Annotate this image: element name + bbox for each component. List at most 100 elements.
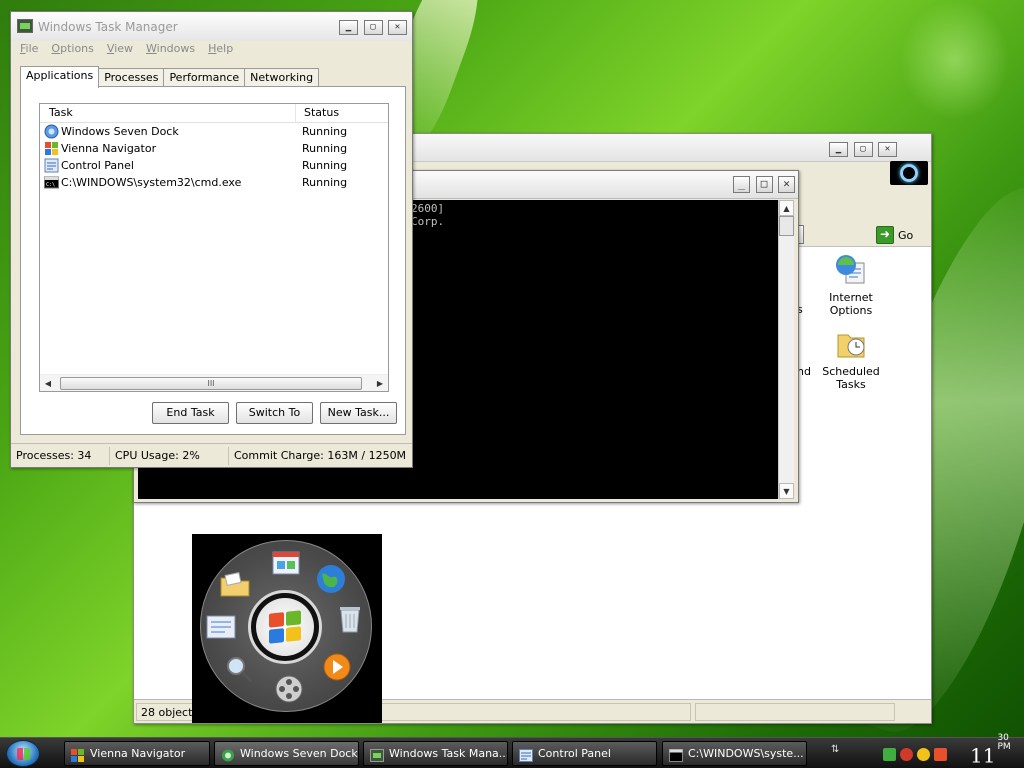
scroll-thumb[interactable]: III: [60, 376, 362, 390]
svg-text:C:\: C:\: [46, 182, 55, 188]
taskbar-button-vienna-navigator[interactable]: Vienna Navigator: [64, 741, 210, 766]
maximize-button[interactable]: ▢: [853, 142, 873, 157]
menu-bar: File Options View Windows Help: [11, 41, 412, 59]
close-button[interactable]: ✕: [778, 176, 795, 193]
icon-label: Internet: [829, 291, 873, 304]
processes-count: Processes: 34: [11, 446, 110, 465]
console-line: Corp.: [411, 215, 445, 228]
task-status: Running: [302, 125, 348, 138]
taskbar-button-label: Vienna Navigator: [90, 747, 186, 760]
start-hub[interactable]: [248, 590, 322, 664]
table-row[interactable]: Vienna Navigator Running: [40, 140, 388, 157]
new-task-button[interactable]: New Task...: [320, 402, 397, 424]
task-list[interactable]: Task Status Windows Seven Dock Running V…: [39, 103, 389, 392]
maximize-button[interactable]: □: [755, 176, 773, 193]
taskbar-button-label: Control Panel: [538, 747, 611, 760]
taskbar-button-seven-dock[interactable]: Windows Seven Dock: [214, 741, 359, 766]
control-panel-icon: [519, 747, 533, 762]
clock-hour: 11: [970, 743, 996, 768]
tab-processes[interactable]: Processes: [98, 68, 165, 87]
network-icon[interactable]: ⇅: [831, 744, 839, 755]
scroll-up-arrow-icon[interactable]: ▲: [779, 200, 794, 216]
task-manager-icon: [370, 747, 384, 762]
task-status: Running: [302, 159, 348, 172]
window-title: Windows Task Manager: [38, 20, 178, 34]
cpu-usage: CPU Usage: 2%: [110, 446, 229, 465]
tray-messenger-icon[interactable]: [917, 747, 930, 761]
menu-view[interactable]: View: [107, 41, 133, 59]
minimize-button[interactable]: _: [733, 176, 750, 193]
seven-dock[interactable]: [192, 534, 382, 723]
icon-label: Scheduled: [822, 365, 880, 378]
minimize-button[interactable]: ▁: [339, 20, 358, 35]
folder-icon[interactable]: [218, 568, 252, 602]
tray-windows-icon[interactable]: [934, 747, 947, 761]
taskbar-button-control-panel[interactable]: Control Panel: [512, 741, 657, 766]
icon-label: Tasks: [836, 378, 866, 391]
close-button[interactable]: ✕: [878, 142, 897, 157]
scroll-right-arrow-icon[interactable]: ▶: [372, 379, 388, 388]
go-button[interactable]: ➜ Go: [876, 225, 913, 245]
table-row[interactable]: Windows Seven Dock Running: [40, 123, 388, 140]
taskbar-button-task-manager[interactable]: Windows Task Mana...: [363, 741, 508, 766]
column-task[interactable]: Task: [40, 104, 295, 122]
icon-label: Options: [829, 304, 873, 317]
taskbar-button-label: C:\WINDOWS\syste...: [688, 747, 804, 760]
menu-file[interactable]: File: [20, 41, 38, 59]
task-name: Control Panel: [61, 159, 134, 172]
internet-options-item[interactable]: Internet Options: [811, 253, 891, 317]
search-icon[interactable]: [222, 652, 256, 686]
console-line: 2600]: [411, 202, 445, 215]
tray-green-icon[interactable]: [883, 747, 896, 761]
tray-shield-icon[interactable]: [900, 747, 913, 761]
media-player-icon[interactable]: [320, 650, 354, 684]
windows-flag-icon: [44, 141, 59, 156]
maximize-button[interactable]: ▢: [363, 20, 383, 35]
start-button[interactable]: [6, 740, 40, 767]
taskbar-clock[interactable]: 1130 PM: [970, 734, 1011, 768]
tab-applications[interactable]: Applications: [20, 66, 100, 88]
task-name: Vienna Navigator: [61, 142, 157, 155]
globe-icon[interactable]: [314, 562, 348, 596]
cmd-icon: [669, 747, 683, 762]
task-manager-statusbar: Processes: 34 CPU Usage: 2% Commit Charg…: [11, 443, 412, 467]
go-arrow-icon: ➜: [876, 226, 894, 244]
windows-logo-icon: [269, 610, 301, 644]
table-row[interactable]: Control Panel Running: [40, 157, 388, 174]
recycle-bin-icon[interactable]: [333, 602, 367, 636]
control-panel-icon[interactable]: [204, 610, 238, 644]
horizontal-scrollbar[interactable]: ◀ III ▶: [40, 374, 388, 391]
wallpaper-glow: [900, 0, 1010, 120]
partial-icon-label: nd: [797, 365, 811, 378]
taskbar-button-cmd[interactable]: C:\WINDOWS\syste...: [662, 741, 807, 766]
column-status[interactable]: Status: [295, 104, 339, 122]
control-panel-icon: [44, 158, 59, 173]
menu-options[interactable]: Options: [51, 41, 93, 59]
scroll-thumb[interactable]: [779, 216, 794, 236]
task-name: Windows Seven Dock: [61, 125, 179, 138]
tab-networking[interactable]: Networking: [244, 68, 320, 87]
scheduled-tasks-icon: [834, 327, 868, 361]
film-reel-icon[interactable]: [272, 672, 306, 706]
task-manager-titlebar[interactable]: Windows Task Manager ▁ ▢ ✕: [11, 12, 412, 41]
cmd-icon: C:\: [44, 175, 59, 190]
task-status: Running: [302, 176, 348, 189]
window-icon[interactable]: [270, 548, 304, 582]
close-button[interactable]: ✕: [388, 20, 407, 35]
scheduled-tasks-item[interactable]: Scheduled Tasks: [811, 327, 891, 391]
menu-windows[interactable]: Windows: [146, 41, 195, 59]
tab-performance[interactable]: Performance: [163, 68, 246, 87]
minimize-button[interactable]: ▁: [829, 142, 848, 157]
taskbar-button-label: Windows Seven Dock: [240, 747, 358, 760]
table-row[interactable]: C:\ C:\WINDOWS\system32\cmd.exe Running: [40, 174, 388, 191]
task-manager-window[interactable]: Windows Task Manager ▁ ▢ ✕ File Options …: [10, 11, 413, 468]
end-task-button[interactable]: End Task: [152, 402, 229, 424]
scroll-left-arrow-icon[interactable]: ◀: [40, 379, 56, 388]
windows-flag-icon: [71, 747, 85, 762]
switch-to-button[interactable]: Switch To: [236, 402, 313, 424]
console-scrollbar[interactable]: ▲ ▼: [778, 200, 794, 499]
taskbar: Vienna Navigator Windows Seven Dock Wind…: [0, 734, 1024, 768]
scroll-down-arrow-icon[interactable]: ▼: [779, 483, 794, 499]
menu-help[interactable]: Help: [208, 41, 233, 59]
applications-panel: Task Status Windows Seven Dock Running V…: [20, 86, 406, 435]
